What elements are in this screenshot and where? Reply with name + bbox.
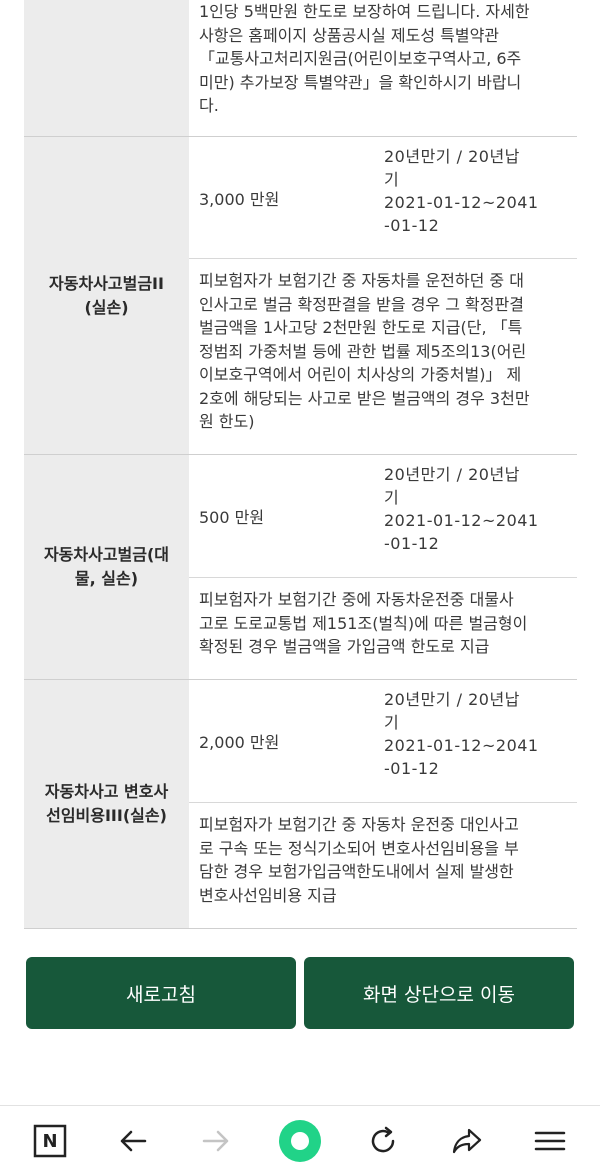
coverage-term: 20년만기 / 20년납 기 2021-01-12~2041 -01-12 — [384, 147, 539, 235]
refresh-button[interactable]: 새로고침 — [26, 957, 296, 1029]
coverage-term: 20년만기 / 20년납 기 2021-01-12~2041 -01-12 — [384, 690, 539, 778]
forward-arrow-icon[interactable] — [199, 1124, 233, 1158]
browser-bottom-bar: N — [0, 1105, 600, 1176]
green-dot-icon[interactable] — [278, 1119, 322, 1163]
naver-home-icon[interactable]: N — [33, 1124, 67, 1158]
coverage-amount: 500 만원 — [199, 508, 265, 527]
naver-logo-letter: N — [42, 1130, 58, 1152]
coverage-name: 자동차사고벌금(대 물, 실손) — [24, 455, 189, 679]
coverage-description: 피보험자가 보험기간 중에 자동차운전중 대물사 고로 도로교통법 제151조(… — [199, 590, 528, 656]
coverage-amount: 2,000 만원 — [199, 733, 280, 752]
coverage-row: 자동차사고 변호사 선임비용III(실손) 2,000 만원 20년만기 / 2… — [24, 680, 577, 929]
back-arrow-icon[interactable] — [116, 1124, 150, 1158]
coverage-description: 피보험자가 보험기간 중 자동차 운전중 대인사고 로 구속 또는 정식기소되어… — [199, 815, 519, 905]
coverage-row: 자동차사고벌금II (실손) 3,000 만원 20년만기 / 20년납 기 2… — [24, 137, 577, 455]
coverage-term: 20년만기 / 20년납 기 2021-01-12~2041 -01-12 — [384, 465, 539, 553]
menu-icon[interactable] — [533, 1124, 567, 1158]
coverage-row-partial: 1인당 5백만원 한도로 보장하여 드립니다. 자세한 사항은 홈페이지 상품공… — [24, 0, 577, 137]
reload-icon[interactable] — [366, 1124, 400, 1158]
action-buttons: 새로고침 화면 상단으로 이동 — [26, 957, 574, 1029]
row-label — [24, 0, 189, 136]
coverage-description: 1인당 5백만원 한도로 보장하여 드립니다. 자세한 사항은 홈페이지 상품공… — [199, 2, 530, 115]
coverage-name: 자동차사고벌금II (실손) — [24, 137, 189, 454]
coverage-description: 피보험자가 보험기간 중 자동차를 운전하던 중 대 인사고로 벌금 확정판결을… — [199, 271, 530, 431]
coverage-row: 자동차사고벌금(대 물, 실손) 500 만원 20년만기 / 20년납 기 2… — [24, 455, 577, 680]
scroll-to-top-button[interactable]: 화면 상단으로 이동 — [304, 957, 574, 1029]
coverage-name: 자동차사고 변호사 선임비용III(실손) — [24, 680, 189, 928]
share-icon[interactable] — [450, 1124, 484, 1158]
coverage-table: 1인당 5백만원 한도로 보장하여 드립니다. 자세한 사항은 홈페이지 상품공… — [24, 0, 577, 929]
coverage-amount: 3,000 만원 — [199, 189, 280, 209]
